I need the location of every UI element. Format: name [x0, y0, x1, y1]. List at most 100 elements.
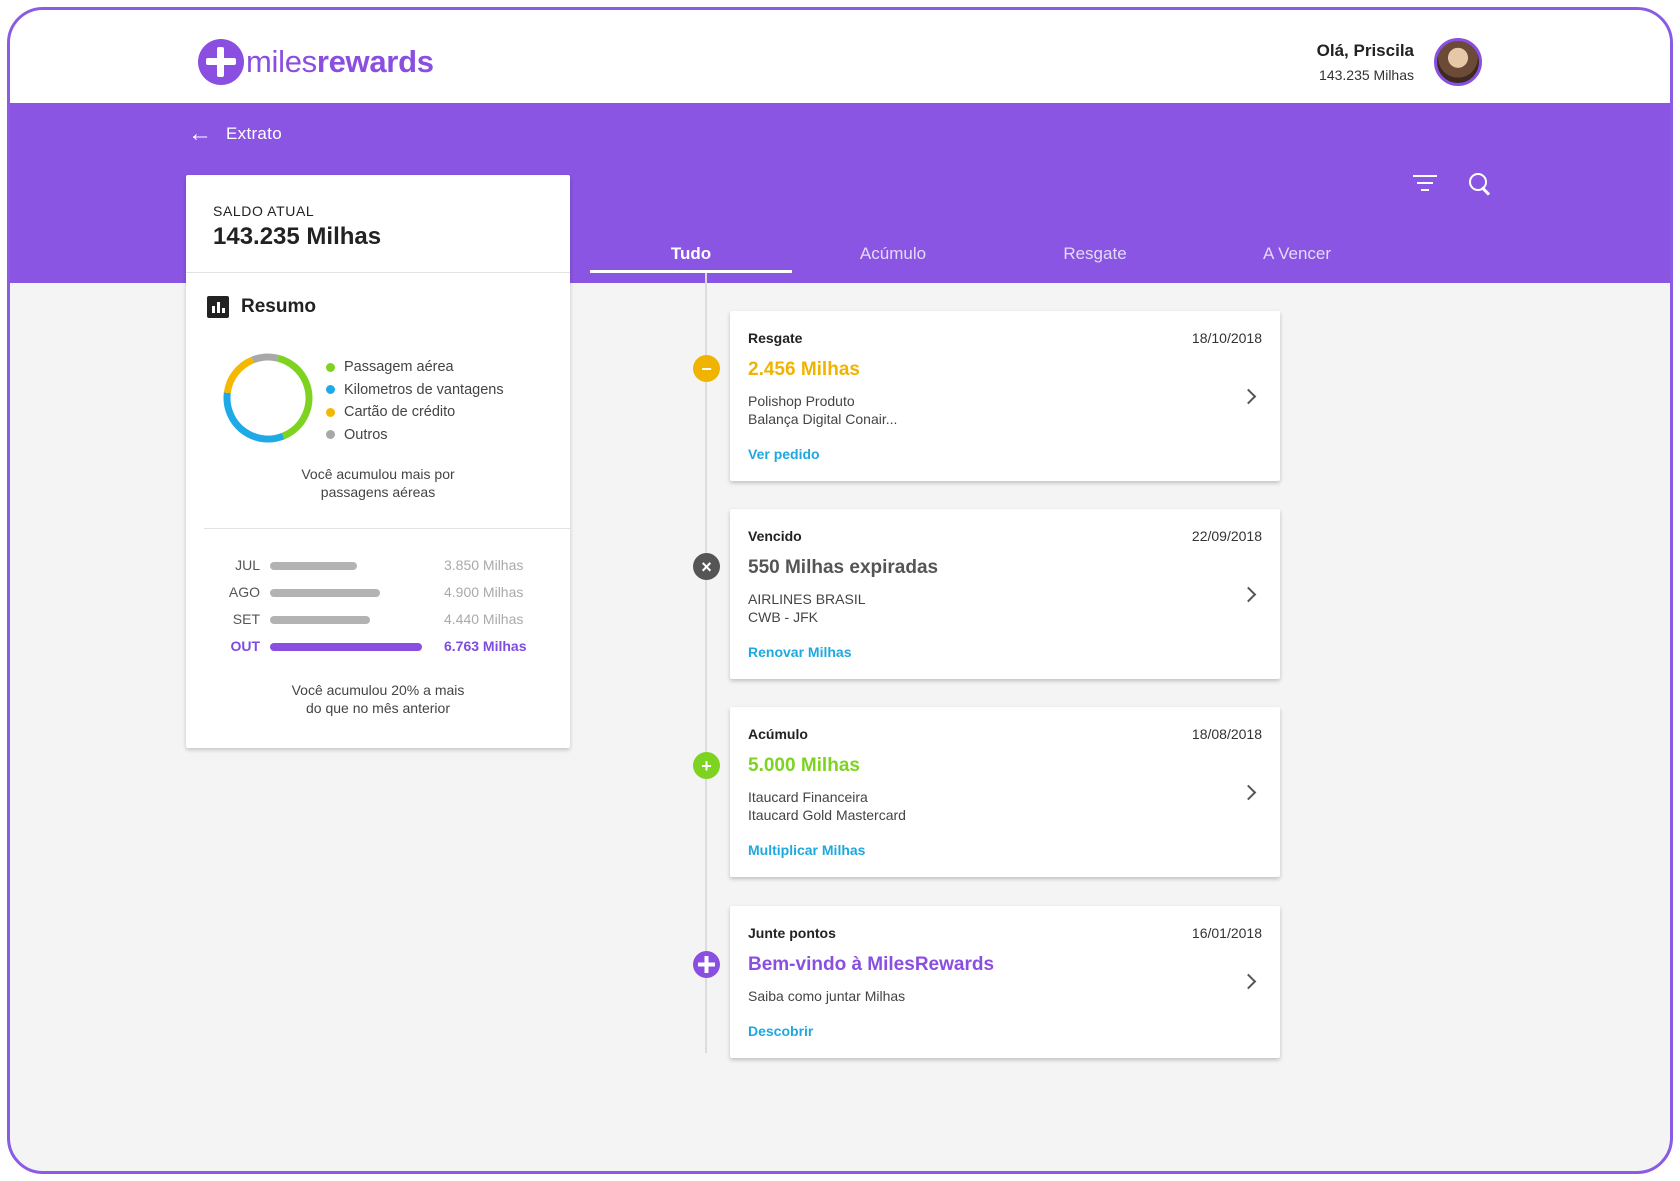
chevron-right-icon[interactable]	[1240, 586, 1257, 603]
month-bar	[270, 643, 422, 651]
month-label: JUL	[235, 557, 260, 573]
transaction-date: 18/08/2018	[1191, 726, 1262, 742]
transaction-type: Resgate	[748, 330, 803, 346]
multiplicar-milhas-link[interactable]: Multiplicar Milhas	[748, 842, 865, 858]
month-row: AGO 4.900 Milhas	[186, 582, 570, 609]
logo-text: milesrewards	[246, 44, 434, 79]
bars-caption-line: do que no mês anterior	[306, 700, 450, 716]
donut-segment	[223, 353, 313, 443]
month-row: SET 4.440 Milhas	[186, 609, 570, 636]
back-button[interactable]: ← Extrato	[188, 122, 282, 146]
month-value: 6.763 Milhas	[444, 638, 527, 654]
month-bar	[270, 616, 370, 624]
legend-label: Outros	[344, 426, 388, 443]
top-header: milesrewards Olá, Priscila 143.235 Milha…	[10, 10, 1670, 103]
summary-title-label: Resumo	[241, 296, 316, 317]
renovar-milhas-link[interactable]: Renovar Milhas	[748, 644, 851, 660]
tab-resgate[interactable]: Resgate	[994, 230, 1196, 273]
legend-dot	[326, 407, 335, 417]
transaction-card[interactable]: Acúmulo 18/08/2018 5.000 Milhas Itaucard…	[730, 707, 1280, 877]
user-greeting: Olá, Priscila	[1316, 41, 1414, 60]
legend-dot	[326, 362, 335, 372]
legend-item: Outros	[326, 424, 504, 447]
user-miles: 143.235 Milhas	[1319, 67, 1414, 83]
donut-caption: Você acumulou mais por passagens aéreas	[186, 465, 570, 501]
brand-icon	[198, 39, 244, 85]
month-label: AGO	[228, 584, 260, 600]
month-label: OUT	[230, 638, 260, 654]
month-row: JUL 3.850 Milhas	[186, 555, 570, 582]
transaction-description: Balança Digital Conair...	[748, 411, 898, 427]
legend-label: Kilometros de vantagens	[344, 381, 504, 398]
tab-acumulo[interactable]: Acúmulo	[792, 230, 994, 273]
transaction-amount: Bem-vindo à MilesRewards	[748, 954, 995, 975]
brand-icon	[693, 951, 720, 978]
chevron-right-icon[interactable]	[1240, 973, 1257, 990]
donut-caption-line: Você acumulou mais por	[301, 466, 455, 482]
bars-caption: Você acumulou 20% a mais do que no mês a…	[186, 681, 570, 717]
transaction-amount: 5.000 Milhas	[748, 755, 860, 776]
filter-icon[interactable]	[1412, 172, 1438, 194]
timeline-line	[705, 273, 707, 1053]
transaction-description: CWB - JFK	[748, 609, 818, 625]
month-value: 4.900 Milhas	[444, 584, 524, 600]
month-bar	[270, 589, 381, 597]
page-title: Extrato	[226, 124, 282, 143]
transaction-card[interactable]: Resgate 18/10/2018 2.456 Milhas Polishop…	[730, 311, 1280, 481]
arrow-left-icon: ←	[188, 120, 212, 147]
legend-label: Cartão de crédito	[344, 404, 456, 421]
balance-header: SALDO ATUAL 143.235 Milhas	[186, 175, 570, 273]
transaction-type: Junte pontos	[748, 925, 836, 941]
transaction-amount: 2.456 Milhas	[748, 359, 860, 380]
transaction-date: 22/09/2018	[1191, 528, 1262, 544]
ver-pedido-link[interactable]: Ver pedido	[748, 446, 820, 462]
transaction-description: Polishop Produto	[748, 393, 855, 409]
transaction-description: AIRLINES BRASIL	[748, 591, 866, 607]
minus-icon: −	[693, 355, 720, 382]
toolbar	[1412, 172, 1492, 196]
donut-caption-line: passagens aéreas	[320, 484, 436, 500]
chevron-right-icon[interactable]	[1240, 388, 1257, 405]
balance-value: 143.235 Milhas	[213, 223, 382, 250]
search-icon[interactable]	[1468, 172, 1492, 196]
month-row-current: OUT 6.763 Milhas	[186, 636, 570, 663]
summary-title: Resumo	[207, 296, 316, 318]
user-menu[interactable]: Olá, Priscila 143.235 Milhas	[1317, 38, 1482, 86]
month-bar	[270, 562, 357, 570]
tab-tudo[interactable]: Tudo	[590, 230, 792, 273]
bar-chart-icon	[207, 296, 229, 318]
month-value: 3.850 Milhas	[444, 557, 524, 573]
monthly-bars: JUL 3.850 Milhas AGO 4.900 Milhas SET 4.…	[186, 555, 570, 663]
avatar[interactable]	[1434, 38, 1482, 86]
transaction-card[interactable]: Junte pontos 16/01/2018 Bem-vindo à Mile…	[730, 906, 1280, 1058]
transaction-type: Vencido	[748, 528, 802, 544]
balance-label: SALDO ATUAL	[213, 203, 315, 219]
descobrir-link[interactable]: Descobrir	[748, 1023, 813, 1039]
close-icon: ×	[693, 553, 720, 580]
transaction-type: Acúmulo	[748, 726, 808, 742]
chevron-right-icon[interactable]	[1240, 784, 1257, 801]
tab-a-vencer[interactable]: A Vencer	[1196, 230, 1398, 273]
donut-legend: Passagem aérea Kilometros de vantagens C…	[326, 356, 504, 446]
transaction-description: Itaucard Financeira	[748, 789, 868, 805]
month-label: SET	[232, 611, 260, 627]
donut-segment	[223, 353, 313, 443]
donut-segment	[223, 353, 313, 443]
logo[interactable]: milesrewards	[198, 39, 434, 85]
transaction-description: Itaucard Gold Mastercard	[748, 807, 906, 823]
tab-bar: Tudo Acúmulo Resgate A Vencer	[590, 230, 1398, 273]
transaction-description: Saiba como juntar Milhas	[748, 988, 906, 1004]
balance-card: SALDO ATUAL 143.235 Milhas Resumo Passag…	[186, 175, 570, 748]
transaction-card[interactable]: Vencido 22/09/2018 550 Milhas expiradas …	[730, 509, 1280, 679]
legend-item: Kilometros de vantagens	[326, 379, 504, 402]
plus-icon: +	[693, 752, 720, 779]
legend-label: Passagem aérea	[344, 359, 454, 376]
user-info: Olá, Priscila 143.235 Milhas	[1317, 41, 1414, 83]
transaction-date: 18/10/2018	[1191, 330, 1262, 346]
transaction-date: 16/01/2018	[1191, 925, 1262, 941]
legend-dot	[326, 385, 335, 395]
legend-dot	[326, 430, 335, 440]
transaction-amount: 550 Milhas expiradas	[748, 557, 939, 578]
bars-caption-line: Você acumulou 20% a mais	[291, 682, 465, 698]
legend-item: Cartão de crédito	[326, 401, 504, 424]
